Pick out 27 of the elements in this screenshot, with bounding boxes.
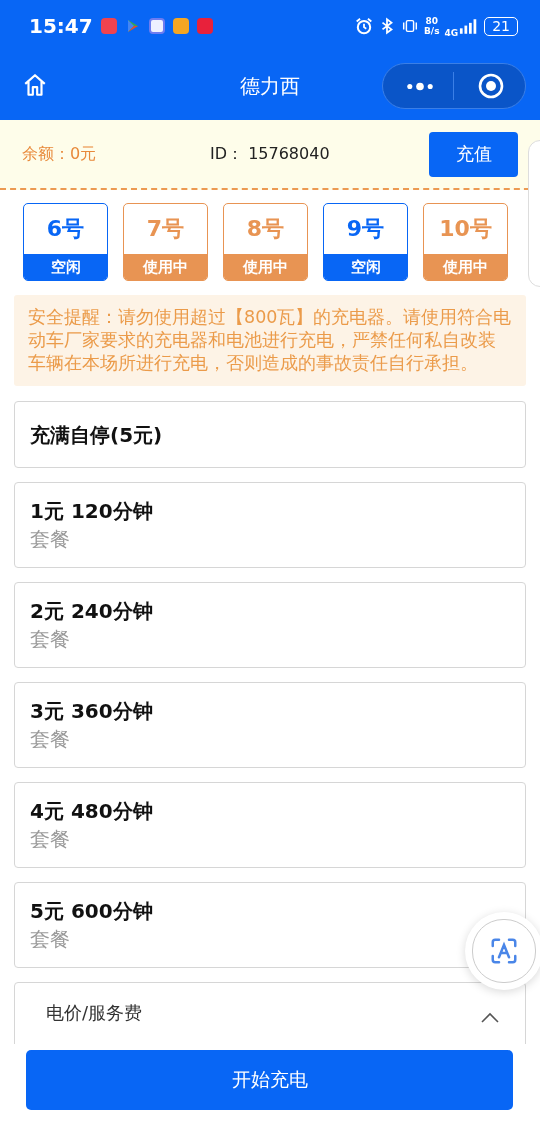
app-notification-icon: [196, 18, 213, 34]
plan-option[interactable]: 4元 480分钟 套餐: [14, 782, 526, 868]
caret-icon: [480, 1011, 500, 1023]
safety-notice: 安全提醒：请勿使用超过【800瓦】的充电器。请使用符合电动车厂家要求的充电器和电池进行充电，严禁任何私自改装车辆在本场所进行充电，否则造成的事故责任自行承担。: [14, 295, 526, 386]
page-title: 德力西: [240, 72, 300, 100]
alarm-icon: [355, 17, 373, 35]
app-notification-icon: [148, 18, 165, 34]
network-speed: 80 B/s: [424, 16, 440, 36]
plan-option[interactable]: 2元 240分钟 套餐: [14, 582, 526, 668]
battery-indicator: 21: [484, 16, 518, 36]
plan-option[interactable]: 3元 360分钟 套餐: [14, 682, 526, 768]
charging-port[interactable]: 9号 空闲: [323, 203, 408, 281]
recharge-button[interactable]: 充值: [429, 131, 518, 177]
vibrate-icon: [401, 17, 419, 35]
user-id: ID： 15768040: [210, 143, 330, 165]
start-charging-button[interactable]: 开始充电: [26, 1050, 513, 1110]
network-type: 4G: [444, 28, 459, 38]
status-time: 15:47: [29, 14, 93, 38]
plan-option[interactable]: 充满自停(5元): [14, 401, 526, 468]
balance-text: 余额：0元: [22, 143, 98, 165]
app-notification-icon: [100, 18, 117, 34]
app-notification-icon: [172, 18, 189, 34]
home-icon[interactable]: [22, 72, 48, 98]
plan-option[interactable]: 1元 120分钟 套餐: [14, 482, 526, 568]
charging-port[interactable]: 6号 空闲: [23, 203, 108, 281]
text-recognition-button[interactable]: [465, 912, 540, 990]
text-scan-icon: [489, 936, 519, 966]
